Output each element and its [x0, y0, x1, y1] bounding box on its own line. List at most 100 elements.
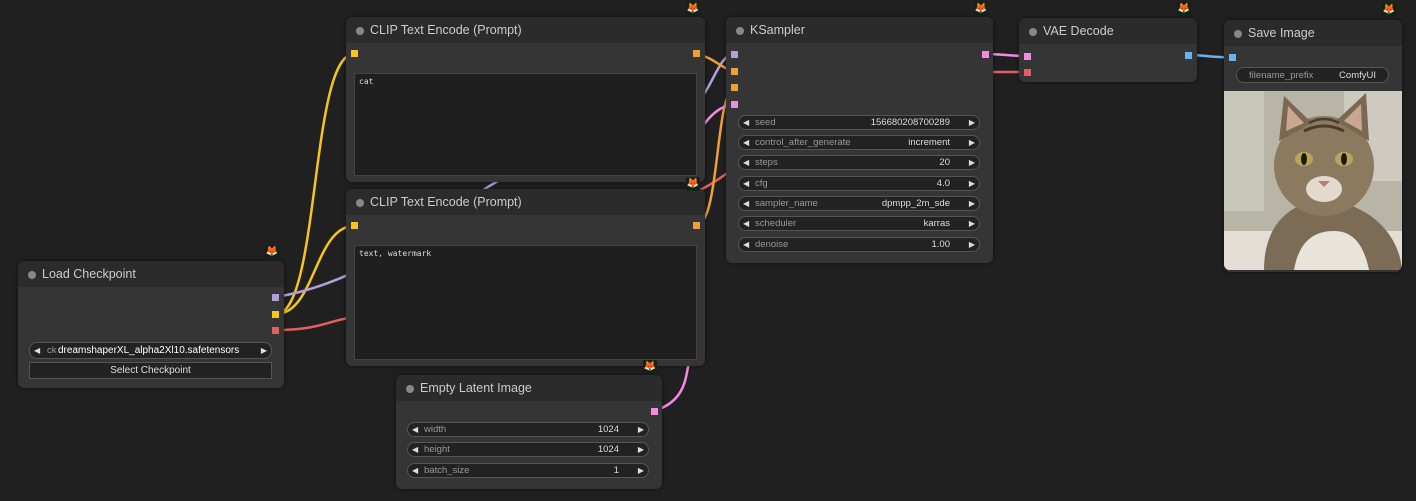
- output-slot-model[interactable]: [272, 294, 279, 301]
- output-slot-latent[interactable]: [651, 408, 658, 415]
- node-title-bar[interactable]: KSampler: [726, 17, 993, 43]
- left-arrow-icon[interactable]: ◀: [34, 345, 40, 357]
- width-widget[interactable]: ◀ width 1024 ▶: [407, 422, 649, 437]
- increment-icon[interactable]: ▶: [969, 117, 975, 129]
- node-title-bar[interactable]: Save Image: [1224, 20, 1402, 46]
- increment-icon[interactable]: ▶: [969, 137, 975, 149]
- widget-value: dpmpp_2m_sde: [881, 198, 950, 209]
- node-title-bar[interactable]: CLIP Text Encode (Prompt): [346, 17, 705, 43]
- denoise-widget[interactable]: ◀ denoise 1.00 ▶: [738, 237, 980, 252]
- widget-label: filename_prefix: [1249, 70, 1314, 81]
- prompt-textarea[interactable]: text, watermark: [354, 245, 697, 360]
- node-title-bar[interactable]: Load Checkpoint: [18, 261, 284, 287]
- wire-clip-negative: [275, 224, 355, 316]
- input-slot-images[interactable]: [1229, 54, 1236, 61]
- batch-size-widget[interactable]: ◀ batch_size 1 ▶: [407, 463, 649, 478]
- increment-icon[interactable]: ▶: [969, 218, 975, 230]
- collapse-dot-icon[interactable]: [356, 27, 364, 35]
- decrement-icon[interactable]: ◀: [412, 465, 418, 477]
- increment-icon[interactable]: ▶: [638, 444, 644, 456]
- decrement-icon[interactable]: ◀: [743, 178, 749, 190]
- control-after-generate-widget[interactable]: ◀ control_after_generate increment ▶: [738, 135, 980, 150]
- input-slot-negative[interactable]: [731, 84, 738, 91]
- scheduler-widget[interactable]: ◀ scheduler karras ▶: [738, 216, 980, 231]
- widget-label: seed: [755, 117, 776, 128]
- decrement-icon[interactable]: ◀: [743, 218, 749, 230]
- input-slot-model[interactable]: [731, 51, 738, 58]
- increment-icon[interactable]: ▶: [638, 465, 644, 477]
- node-clip-text-encode-negative[interactable]: CLIP Text Encode (Prompt) text, watermar…: [346, 189, 705, 366]
- ckpt-label: ck: [47, 345, 57, 356]
- fox-badge-icon: 🦊: [643, 360, 657, 374]
- node-ksampler[interactable]: KSampler ◀ seed 156680208700289 ▶ ◀ cont…: [726, 17, 993, 263]
- output-slot-clip[interactable]: [272, 311, 279, 318]
- decrement-icon[interactable]: ◀: [743, 137, 749, 149]
- decrement-icon[interactable]: ◀: [743, 198, 749, 210]
- input-slot-latent[interactable]: [731, 101, 738, 108]
- input-slot-samples[interactable]: [1024, 53, 1031, 60]
- collapse-dot-icon[interactable]: [1029, 28, 1037, 36]
- node-load-checkpoint[interactable]: Load Checkpoint ◀ ck dreamshaperXL_alpha…: [18, 261, 284, 388]
- increment-icon[interactable]: ▶: [969, 157, 975, 169]
- widget-value: karras: [923, 218, 950, 229]
- cat-photo-icon[interactable]: [1224, 91, 1402, 270]
- select-checkpoint-button[interactable]: Select Checkpoint: [29, 362, 272, 379]
- output-slot-conditioning[interactable]: [693, 50, 700, 57]
- output-slot-vae[interactable]: [272, 327, 279, 334]
- increment-icon[interactable]: ▶: [969, 198, 975, 210]
- node-save-image[interactable]: Save Image filename_prefix ComfyUI: [1224, 20, 1402, 272]
- node-title-bar[interactable]: Empty Latent Image: [396, 375, 662, 401]
- fox-badge-icon: 🦊: [1177, 2, 1191, 16]
- cfg-widget[interactable]: ◀ cfg 4.0 ▶: [738, 176, 980, 191]
- height-widget[interactable]: ◀ height 1024 ▶: [407, 442, 649, 457]
- connection-wires: [275, 52, 1233, 413]
- output-slot-conditioning[interactable]: [693, 222, 700, 229]
- filename-prefix-widget[interactable]: filename_prefix ComfyUI: [1236, 67, 1389, 83]
- widget-value: 156680208700289: [870, 117, 950, 128]
- widget-label: cfg: [755, 178, 768, 189]
- node-empty-latent-image[interactable]: Empty Latent Image ◀ width 1024 ▶ ◀ heig…: [396, 375, 662, 489]
- node-title: Load Checkpoint: [42, 267, 136, 281]
- node-title: Save Image: [1248, 26, 1315, 40]
- widget-value: 1024: [597, 444, 619, 455]
- collapse-dot-icon[interactable]: [406, 385, 414, 393]
- widget-label: steps: [755, 157, 778, 168]
- output-slot-latent[interactable]: [982, 51, 989, 58]
- ckpt-name-combo[interactable]: ◀ ck dreamshaperXL_alpha2Xl10.safetensor…: [29, 342, 272, 359]
- node-title-bar[interactable]: CLIP Text Encode (Prompt): [346, 189, 705, 215]
- widget-label: denoise: [755, 239, 789, 250]
- decrement-icon[interactable]: ◀: [412, 444, 418, 456]
- widget-value: 1.00: [931, 239, 951, 250]
- input-slot-positive[interactable]: [731, 68, 738, 75]
- widget-value: 20: [939, 157, 950, 168]
- prompt-textarea[interactable]: cat: [354, 73, 697, 176]
- node-vae-decode[interactable]: VAE Decode: [1019, 18, 1197, 82]
- node-title-bar[interactable]: VAE Decode: [1019, 18, 1197, 44]
- widget-label: sampler_name: [755, 198, 818, 209]
- decrement-icon[interactable]: ◀: [743, 157, 749, 169]
- node-clip-text-encode-positive[interactable]: CLIP Text Encode (Prompt) cat: [346, 17, 705, 182]
- fox-badge-icon: 🦊: [686, 177, 700, 191]
- collapse-dot-icon[interactable]: [28, 271, 36, 279]
- input-slot-vae[interactable]: [1024, 69, 1031, 76]
- input-slot-clip[interactable]: [351, 222, 358, 229]
- right-arrow-icon[interactable]: ▶: [261, 345, 267, 357]
- widget-value: increment: [908, 137, 950, 148]
- decrement-icon[interactable]: ◀: [743, 239, 749, 251]
- collapse-dot-icon[interactable]: [356, 199, 364, 207]
- input-slot-clip[interactable]: [351, 50, 358, 57]
- increment-icon[interactable]: ▶: [638, 424, 644, 436]
- fox-badge-icon: 🦊: [265, 245, 279, 259]
- collapse-dot-icon[interactable]: [736, 27, 744, 35]
- decrement-icon[interactable]: ◀: [412, 424, 418, 436]
- sampler-name-widget[interactable]: ◀ sampler_name dpmpp_2m_sde ▶: [738, 196, 980, 211]
- collapse-dot-icon[interactable]: [1234, 30, 1242, 38]
- widget-value: 1: [613, 465, 619, 476]
- steps-widget[interactable]: ◀ steps 20 ▶: [738, 155, 980, 170]
- widget-label: control_after_generate: [755, 137, 851, 148]
- seed-widget[interactable]: ◀ seed 156680208700289 ▶: [738, 115, 980, 130]
- decrement-icon[interactable]: ◀: [743, 117, 749, 129]
- output-slot-image[interactable]: [1185, 52, 1192, 59]
- increment-icon[interactable]: ▶: [969, 178, 975, 190]
- increment-icon[interactable]: ▶: [969, 239, 975, 251]
